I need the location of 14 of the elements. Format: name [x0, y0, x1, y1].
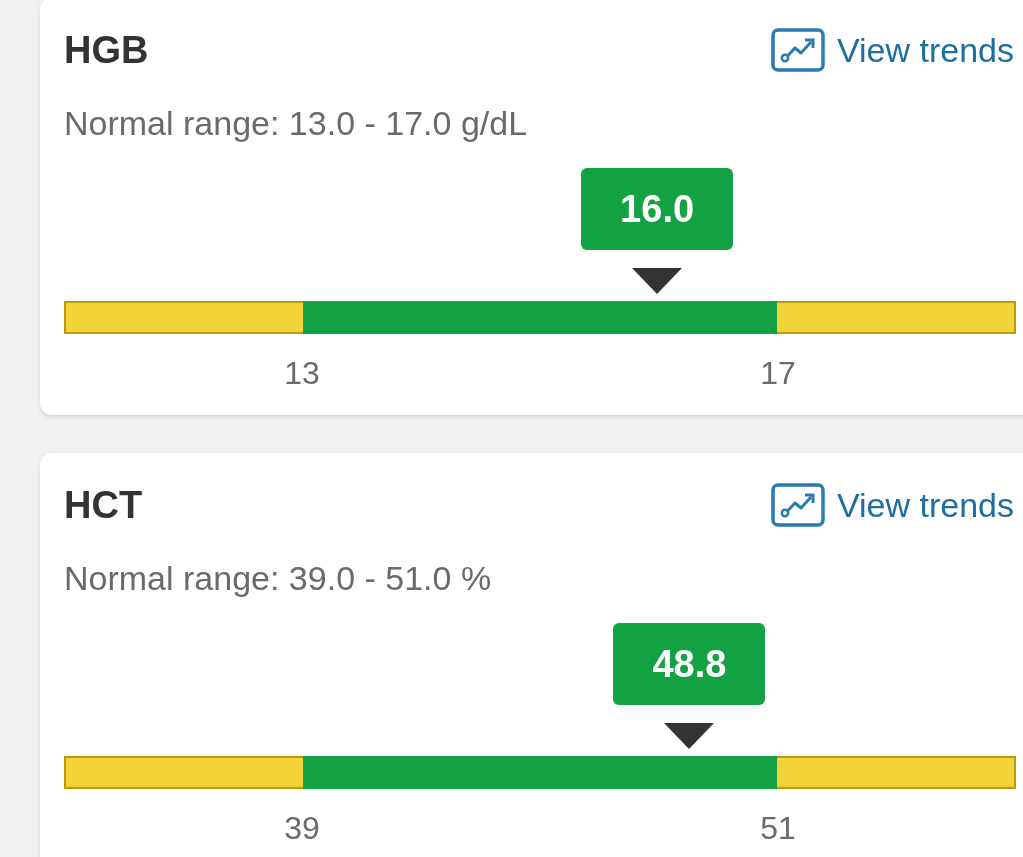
test-name: HCT [64, 483, 143, 527]
value-badge: 48.8 [613, 623, 766, 705]
normal-range-text: Normal range: 13.0 - 17.0 g/dL [64, 103, 529, 144]
trend-chart-icon [770, 28, 825, 72]
trend-chart-icon [770, 483, 825, 527]
normal-range-text: Normal range: 39.0 - 51.0 % [64, 558, 493, 599]
value-badge: 16.0 [581, 168, 734, 250]
tick-label: 17 [760, 354, 796, 393]
test-name: HGB [64, 28, 149, 72]
tick-label: 13 [284, 354, 320, 393]
tick-label: 51 [760, 809, 796, 848]
tick-label: 39 [284, 809, 320, 848]
view-trends-link[interactable]: View trends [770, 483, 1014, 527]
view-trends-link[interactable]: View trends [770, 28, 1014, 72]
